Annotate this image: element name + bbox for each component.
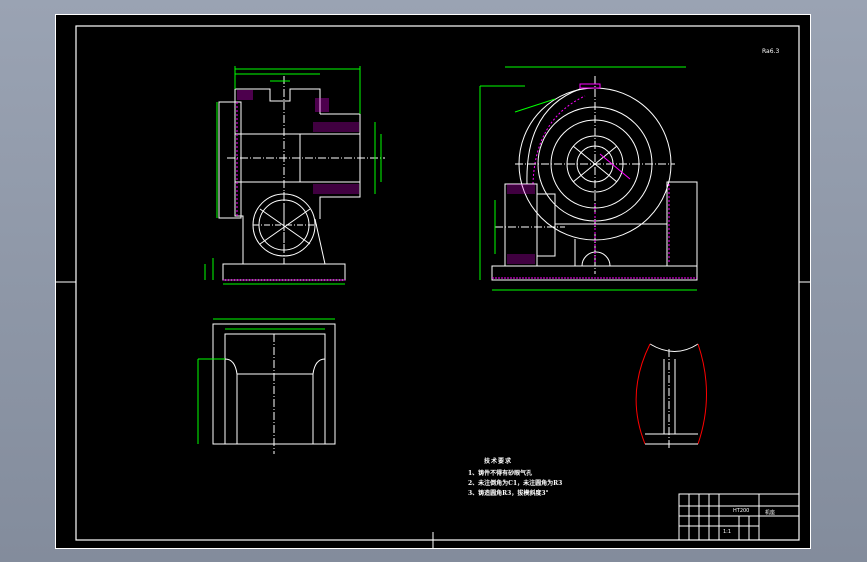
- cad-viewport[interactable]: Ra6.3 技术要求 1、铸件不得有砂眼气孔 2、未注倒角为C1，未注圆角为R3…: [0, 0, 867, 562]
- title-block-material: HT200: [733, 508, 750, 514]
- title-block-part-name: 机座: [765, 510, 776, 516]
- side-view: [479, 66, 698, 291]
- detail-view: [635, 343, 707, 449]
- notes-item-2: 2、未注倒角为C1，未注圆角为R3: [468, 480, 563, 487]
- title-block: [678, 493, 800, 541]
- roughness-note: Ra6.3: [762, 48, 780, 55]
- inner-frame: [75, 25, 800, 541]
- technical-notes: 技术要求 1、铸件不得有砂眼气孔 2、未注倒角为C1，未注圆角为R3 3、铸造圆…: [468, 457, 562, 499]
- drawing-canvas: [55, 14, 811, 549]
- front-section-view: [204, 66, 385, 285]
- top-view: [197, 318, 336, 454]
- notes-item-1: 1、铸件不得有砂眼气孔: [468, 470, 533, 477]
- title-block-scale: 1:1: [723, 529, 732, 535]
- outer-frame: [55, 14, 811, 549]
- drawing-sheet[interactable]: Ra6.3 技术要求 1、铸件不得有砂眼气孔 2、未注倒角为C1，未注圆角为R3…: [55, 14, 811, 549]
- notes-heading: 技术要求: [484, 458, 513, 465]
- notes-item-3: 3、铸造圆角R3，拔模斜度3°: [468, 490, 549, 497]
